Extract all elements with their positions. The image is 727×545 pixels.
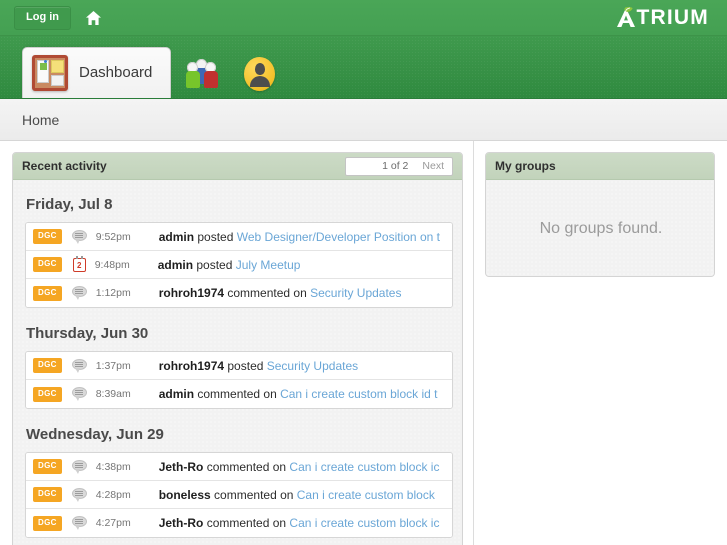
activity-actor: rohroh1974 [158,358,225,373]
group-badge[interactable]: DGC [33,257,62,272]
my-groups-title: My groups [495,159,556,173]
activity-row-group: DGC 9:52pm admin posted Web Designer/Devel… [25,222,453,308]
people-group-icon [185,57,219,91]
pager[interactable]: 1 of 2 Next [345,156,453,176]
activity-target-link[interactable]: Can i create custom block [297,488,435,502]
group-badge[interactable]: DGC [33,515,62,531]
activity-actor: Jeth-Ro [158,516,204,530]
activity-time: 9:48pm [94,258,130,271]
activity-description: admin posted July Meetup [157,257,301,272]
activity-actor: admin [158,387,195,401]
activity-time: 4:38pm [95,460,131,473]
my-groups-empty-message: No groups found. [539,220,663,237]
activity-day-heading: Wednesday, Jun 29 [26,426,164,443]
activity-row[interactable]: DGC 1:37pm rohroh1974 posted Security Upda… [26,352,452,380]
activity-description: admin commented on Can i create custom b… [158,387,438,401]
tab-dashboard[interactable]: Dashboard [22,47,172,98]
activity-row-group: DGC 1:37pm rohroh1974 posted Security Upda… [25,351,453,409]
activity-row[interactable]: DGC 4:28pm boneless commented on Can i cre… [26,481,452,509]
activity-day-heading: Friday, Jul 8 [26,196,113,213]
login-button[interactable]: Log in [14,5,71,30]
tab-strip: Dashboard [0,36,727,99]
activity-row[interactable]: DGC 9:52pm admin posted Web Designer/Devel… [26,223,452,251]
activity-time: 4:27pm [95,517,131,529]
group-badge[interactable]: DGC [33,386,62,402]
comment-bubble-icon [71,286,87,300]
breadcrumb: Home [0,99,727,141]
comment-bubble-icon [71,229,87,244]
home-icon[interactable] [85,10,102,26]
activity-description: boneless commented on Can i create custo… [158,487,435,502]
activity-day-heading: Thursday, Jun 30 [26,325,149,342]
group-badge[interactable]: DGC [33,487,62,502]
my-groups-body: No groups found. [486,180,714,276]
activity-actor: Jeth-Ro [158,459,204,474]
activity-target-link[interactable]: Security Updates [267,359,358,373]
comment-bubble-icon [71,487,87,502]
activity-description: Jeth-Ro commented on Can i create custom… [158,516,440,530]
pager-count: 1 of 2 [382,160,409,172]
comment-bubble-icon [71,459,87,474]
activity-target-link[interactable]: Web Designer/Developer Position on t [237,230,440,244]
activity-time: 8:39am [95,388,131,400]
brand-leaf-a-icon [616,6,635,27]
activity-description: admin posted Web Designer/Developer Posi… [158,229,440,244]
activity-description: Jeth-Ro commented on Can i create custom… [158,459,440,474]
brand-name: TRIUM [636,6,709,29]
corkboard-icon [32,54,68,91]
my-groups-header: My groups [486,153,714,180]
activity-row[interactable]: DGC 4:27pm Jeth-Ro commented on Can i crea… [26,509,452,537]
activity-actor: admin [158,229,195,244]
pager-next-link[interactable]: Next [422,160,444,172]
group-badge[interactable]: DGC [33,285,62,301]
calendar-icon: 2 [72,255,86,272]
activity-actor: admin [157,257,194,272]
recent-activity-panel: Recent activity 1 of 2 Next Friday, Jul … [12,152,463,545]
recent-activity-body: Friday, Jul 8 DGC 9:52pm admin posted Web D… [13,180,462,545]
activity-row[interactable]: DGC 2 9:48pm admin posted July Meetup [26,251,452,279]
user-avatar-icon [244,57,276,91]
activity-description: rohroh1974 posted Security Updates [158,358,359,373]
tab-profile[interactable] [244,57,286,98]
activity-target-link[interactable]: Can i create custom block ic [289,516,439,530]
activity-row[interactable]: DGC 8:39am admin commented on Can i create… [26,380,452,408]
activity-actor: rohroh1974 [158,286,225,300]
activity-target-link[interactable]: July Meetup [236,258,301,272]
group-badge[interactable]: DGC [33,358,62,373]
breadcrumb-home[interactable]: Home [22,112,59,128]
activity-row[interactable]: DGC 4:38pm Jeth-Ro commented on Can i crea… [26,453,452,481]
my-groups-panel: My groups No groups found. [485,152,715,277]
activity-time: 4:28pm [95,488,131,501]
comment-bubble-icon [71,358,87,373]
tab-groups[interactable] [185,57,230,98]
activity-description: rohroh1974 commented on Security Updates [158,286,402,300]
left-column: Recent activity 1 of 2 Next Friday, Jul … [0,152,463,545]
activity-time: 9:52pm [95,230,131,243]
group-badge[interactable]: DGC [33,229,62,244]
group-badge[interactable]: DGC [33,459,62,474]
top-bar: Log in TRIUM [0,0,727,36]
activity-target-link[interactable]: Can i create custom block id t [280,387,437,401]
activity-groups: Friday, Jul 8 DGC 9:52pm admin posted Web D… [25,196,462,538]
recent-activity-title: Recent activity [22,159,107,173]
comment-bubble-icon [71,516,87,530]
comment-bubble-icon [71,387,87,401]
recent-activity-header: Recent activity 1 of 2 Next [13,153,462,180]
activity-actor: boneless [158,487,211,502]
right-column: My groups No groups found. [474,152,727,545]
brand-logo: TRIUM [615,6,714,29]
activity-row-group: DGC 4:38pm Jeth-Ro commented on Can i crea… [25,452,453,538]
activity-time: 1:12pm [95,287,131,299]
activity-time: 1:37pm [95,359,131,372]
main-content: Recent activity 1 of 2 Next Friday, Jul … [0,141,727,545]
activity-row[interactable]: DGC 1:12pm rohroh1974 commented on Securit… [26,279,452,307]
activity-target-link[interactable]: Security Updates [310,286,401,300]
activity-target-link[interactable]: Can i create custom block ic [289,460,439,474]
tab-dashboard-label: Dashboard [79,64,153,81]
